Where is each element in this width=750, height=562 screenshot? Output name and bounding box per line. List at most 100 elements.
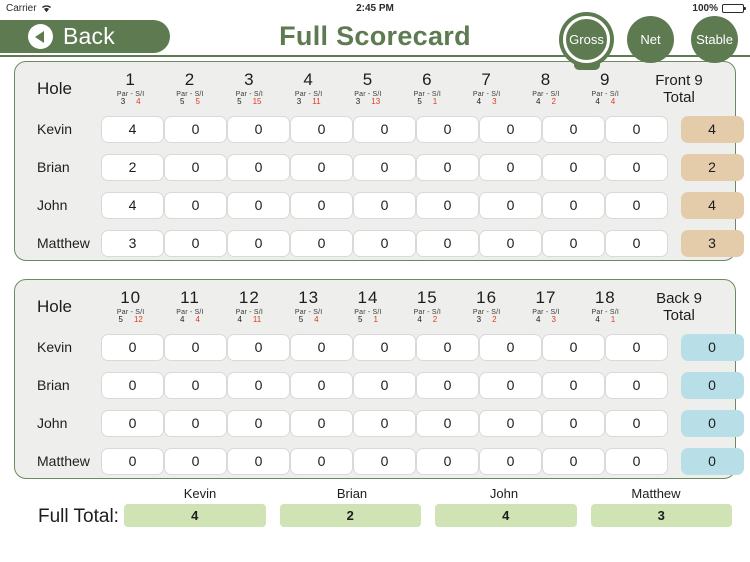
score-input[interactable]: 0 [605, 191, 668, 219]
score-input[interactable]: 0 [542, 153, 605, 181]
score-input[interactable]: 0 [416, 333, 479, 361]
score-input[interactable]: 0 [227, 229, 290, 257]
mode-net-wrapper: Net [627, 16, 674, 63]
score-input[interactable]: 0 [353, 191, 416, 219]
score-input[interactable]: 0 [290, 371, 353, 399]
score-input[interactable]: 4 [101, 191, 164, 219]
score-input[interactable]: 0 [542, 191, 605, 219]
score-input[interactable]: 2 [101, 153, 164, 181]
score-cell-wrapper: 0 [227, 115, 290, 143]
score-cell-wrapper: 0 [416, 371, 479, 399]
score-input[interactable]: 0 [101, 409, 164, 437]
score-cell-wrapper: 0 [164, 115, 227, 143]
score-input[interactable]: 0 [227, 153, 290, 181]
score-input[interactable]: 0 [290, 229, 353, 257]
mode-stable-wrapper: Stable [691, 16, 738, 63]
par-si-values: 41 [576, 315, 635, 324]
score-cell-wrapper: 0 [290, 191, 353, 219]
score-input[interactable]: 0 [605, 229, 668, 257]
score-input[interactable]: 0 [542, 447, 605, 475]
score-input[interactable]: 0 [353, 153, 416, 181]
score-input[interactable]: 0 [101, 333, 164, 361]
mode-button-stable[interactable]: Stable [691, 16, 738, 63]
score-input[interactable]: 0 [227, 191, 290, 219]
score-input[interactable]: 0 [416, 409, 479, 437]
score-input[interactable]: 0 [542, 229, 605, 257]
score-input[interactable]: 0 [353, 409, 416, 437]
score-input[interactable]: 0 [416, 229, 479, 257]
score-input[interactable]: 0 [605, 371, 668, 399]
score-input[interactable]: 3 [101, 229, 164, 257]
score-cell-wrapper: 0 [605, 191, 668, 219]
score-input[interactable]: 0 [290, 115, 353, 143]
hole-header-6: 6 Par - S/I 5 1 [398, 71, 457, 107]
score-input[interactable]: 0 [353, 447, 416, 475]
score-input[interactable]: 0 [605, 333, 668, 361]
score-input[interactable]: 0 [416, 371, 479, 399]
score-input[interactable]: 0 [164, 115, 227, 143]
score-input[interactable]: 0 [479, 153, 542, 181]
score-input[interactable]: 0 [101, 371, 164, 399]
score-input[interactable]: 0 [353, 371, 416, 399]
par-si-label: Par - S/I [235, 309, 264, 317]
score-cell-wrapper: 0 [416, 447, 479, 475]
score-input[interactable]: 0 [479, 409, 542, 437]
score-input[interactable]: 0 [290, 447, 353, 475]
score-input[interactable]: 0 [542, 115, 605, 143]
score-input[interactable]: 0 [290, 409, 353, 437]
battery-full-icon [722, 3, 746, 13]
score-input[interactable]: 0 [290, 153, 353, 181]
hole-column-label-back: Hole [37, 297, 72, 316]
score-input[interactable]: 0 [479, 333, 542, 361]
hole-number: 14 [357, 288, 379, 308]
score-input[interactable]: 0 [542, 409, 605, 437]
score-input[interactable]: 0 [479, 447, 542, 475]
score-input[interactable]: 0 [605, 447, 668, 475]
score-cell-wrapper: 0 [290, 229, 353, 257]
score-input[interactable]: 0 [416, 153, 479, 181]
score-input[interactable]: 0 [416, 115, 479, 143]
score-input[interactable]: 0 [479, 115, 542, 143]
score-input[interactable]: 0 [164, 447, 227, 475]
score-input[interactable]: 0 [479, 191, 542, 219]
score-input[interactable]: 0 [479, 229, 542, 257]
score-input[interactable]: 0 [605, 115, 668, 143]
score-input[interactable]: 0 [416, 191, 479, 219]
score-input[interactable]: 0 [227, 371, 290, 399]
score-input[interactable]: 0 [353, 333, 416, 361]
score-input[interactable]: 4 [101, 115, 164, 143]
score-input[interactable]: 0 [290, 191, 353, 219]
score-input[interactable]: 0 [101, 447, 164, 475]
score-input[interactable]: 0 [164, 333, 227, 361]
score-input[interactable]: 0 [353, 229, 416, 257]
hole-number: 5 [362, 70, 374, 90]
par-si-values: 54 [279, 315, 338, 324]
row-total: 3 [680, 229, 744, 257]
score-input[interactable]: 0 [164, 409, 227, 437]
hole-number: 11 [180, 288, 200, 308]
score-input[interactable]: 0 [164, 371, 227, 399]
table-row: Matthew 0 0 0 0 0 0 0 0 0 0 [15, 442, 744, 480]
score-input[interactable]: 0 [416, 447, 479, 475]
score-input[interactable]: 0 [227, 115, 290, 143]
score-input[interactable]: 0 [479, 371, 542, 399]
score-input[interactable]: 0 [227, 447, 290, 475]
score-mode-toggle: Gross Net Stable [563, 16, 738, 70]
score-input[interactable]: 0 [290, 333, 353, 361]
par-value: 4 [595, 97, 600, 107]
hole-number: 18 [594, 288, 616, 308]
score-input[interactable]: 0 [164, 153, 227, 181]
score-cell-wrapper: 0 [416, 191, 479, 219]
score-input[interactable]: 0 [353, 115, 416, 143]
score-input[interactable]: 0 [227, 409, 290, 437]
mode-button-net[interactable]: Net [627, 16, 674, 63]
mode-button-gross[interactable]: Gross [563, 16, 610, 63]
score-input[interactable]: 0 [605, 153, 668, 181]
score-input[interactable]: 0 [542, 371, 605, 399]
score-input[interactable]: 0 [164, 191, 227, 219]
score-input[interactable]: 0 [227, 333, 290, 361]
score-input[interactable]: 0 [164, 229, 227, 257]
stroke-index-value: 3 [492, 97, 497, 107]
score-input[interactable]: 0 [542, 333, 605, 361]
score-input[interactable]: 0 [605, 409, 668, 437]
